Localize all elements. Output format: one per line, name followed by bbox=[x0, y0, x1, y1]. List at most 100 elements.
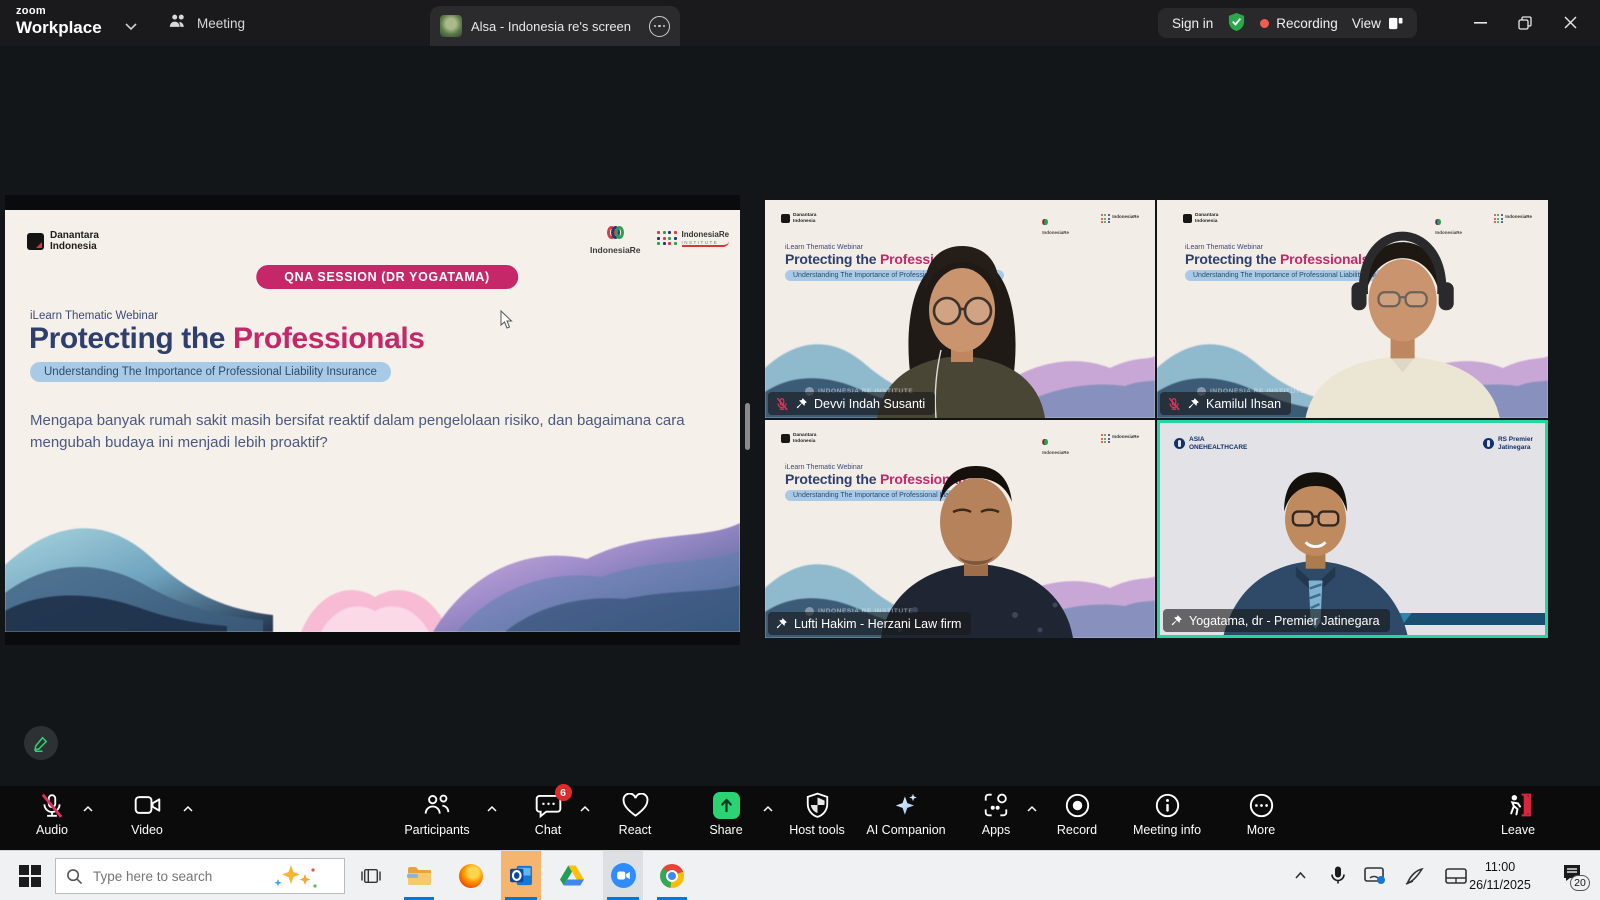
task-view-icon bbox=[361, 867, 381, 885]
firefox-button[interactable] bbox=[452, 851, 490, 900]
institute-sublabel: INSTITUTE bbox=[682, 240, 730, 247]
participant-video-yogatama bbox=[1160, 423, 1545, 638]
indonesiare-label: IndonesiaRe bbox=[590, 245, 641, 255]
tab-meeting[interactable]: Meeting bbox=[168, 8, 245, 38]
participant-video-lufti bbox=[765, 420, 1155, 638]
google-drive-icon bbox=[560, 865, 584, 886]
copilot-sparkles-icon[interactable] bbox=[269, 862, 319, 890]
view-label: View bbox=[1352, 16, 1381, 31]
qna-session-pill: QNA SESSION (DR YOGATAMA) bbox=[256, 265, 518, 289]
danantara-line1: Danantara bbox=[50, 230, 99, 241]
leave-label: Leave bbox=[1501, 823, 1535, 837]
participants-button[interactable]: Participants bbox=[382, 790, 492, 837]
danantara-logo-icon bbox=[27, 233, 44, 250]
pencil-icon bbox=[32, 734, 50, 752]
video-tile-lufti[interactable]: DanantaraIndonesia IndonesiaRe Indonesia… bbox=[765, 420, 1155, 638]
react-label: React bbox=[619, 823, 652, 837]
encryption-shield-icon[interactable] bbox=[1227, 12, 1246, 35]
video-options-chevron[interactable] bbox=[182, 800, 194, 818]
clock-time: 11:00 bbox=[1455, 858, 1545, 876]
wave-decoration bbox=[5, 507, 740, 632]
participant-name: Devvi Indah Susanti bbox=[814, 397, 925, 411]
chrome-button[interactable] bbox=[653, 851, 691, 900]
slide-title-blue: Protecting the bbox=[29, 322, 225, 355]
participant-video-devvi bbox=[765, 200, 1155, 418]
windows-logo-icon bbox=[19, 865, 41, 887]
share-screen-icon bbox=[713, 792, 740, 819]
google-drive-button[interactable] bbox=[553, 851, 591, 900]
host-tools-label: Host tools bbox=[789, 823, 845, 837]
video-tile-kamilul[interactable]: DanantaraIndonesia IndonesiaRe Indonesia… bbox=[1157, 200, 1548, 418]
taskbar-search[interactable] bbox=[55, 858, 345, 894]
institute-dots-icon bbox=[657, 231, 678, 247]
participant-name-bar: Lufti Hakim - Herzani Law firm bbox=[768, 612, 971, 635]
firefox-icon bbox=[459, 864, 483, 888]
file-explorer-button[interactable] bbox=[400, 851, 438, 900]
more-label: More bbox=[1247, 823, 1275, 837]
recording-indicator[interactable]: Recording bbox=[1260, 16, 1338, 31]
tab-options-ellipsis-icon[interactable] bbox=[649, 16, 670, 37]
shared-screen-avatar bbox=[440, 15, 462, 37]
tray-pen-icon[interactable] bbox=[1398, 851, 1432, 900]
tab-shared-screen[interactable]: Alsa - Indonesia re's screen bbox=[430, 6, 680, 46]
brand-zoom-text: zoom bbox=[16, 6, 102, 17]
restore-button[interactable] bbox=[1503, 0, 1547, 45]
screen-share-scrollbar[interactable] bbox=[745, 403, 750, 450]
zoom-meeting-window: zoom Workplace Meeting Alsa - Indonesia … bbox=[0, 0, 1600, 900]
participant-name: Kamilul Ihsan bbox=[1206, 397, 1281, 411]
taskbar-search-input[interactable] bbox=[91, 868, 261, 885]
outlook-button[interactable] bbox=[501, 851, 541, 900]
leave-button[interactable]: Leave bbox=[1463, 790, 1573, 837]
pin-icon bbox=[775, 617, 788, 630]
danantara-line2: Indonesia bbox=[50, 241, 99, 252]
institute-label: IndonesiaRe bbox=[682, 231, 730, 240]
more-button[interactable]: More bbox=[1206, 790, 1316, 837]
annotate-button[interactable] bbox=[24, 726, 58, 760]
shared-screen-region: Danantara Indonesia IndonesiaRe Indonesi… bbox=[5, 195, 740, 645]
workspace-chevron-down-icon[interactable] bbox=[124, 18, 138, 36]
slide-subtitle-pill: Understanding The Importance of Professi… bbox=[30, 362, 391, 382]
video-tile-yogatama[interactable]: ASIAONEHEALTHCARE RS PremierJatinegara bbox=[1157, 420, 1548, 638]
mouse-cursor bbox=[499, 310, 513, 330]
start-button[interactable] bbox=[8, 851, 52, 900]
close-button[interactable] bbox=[1548, 0, 1592, 45]
info-icon bbox=[1154, 792, 1181, 819]
meeting-status-bar: Sign in Recording View bbox=[1158, 8, 1417, 38]
window-title-bar: zoom Workplace Meeting Alsa - Indonesia … bbox=[0, 0, 1600, 46]
participant-name-bar: Yogatama, dr - Premier Jatinegara bbox=[1163, 609, 1390, 632]
view-button[interactable]: View bbox=[1352, 16, 1403, 31]
notification-count-badge: 20 bbox=[1570, 875, 1590, 891]
pin-icon bbox=[1170, 614, 1183, 627]
host-tools-shield-icon bbox=[805, 792, 830, 818]
slide-question-text: Mengapa banyak rumah sakit masih bersifa… bbox=[30, 410, 700, 454]
muted-mic-icon bbox=[775, 397, 789, 411]
slide-title-pink: Professionals bbox=[233, 322, 425, 355]
taskbar-clock[interactable]: 11:00 26/11/2025 bbox=[1455, 858, 1545, 894]
minimize-button[interactable] bbox=[1458, 0, 1502, 45]
tray-mic-icon[interactable] bbox=[1322, 851, 1354, 900]
meeting-people-icon bbox=[168, 13, 188, 34]
video-tile-devvi[interactable]: DanantaraIndonesia IndonesiaRe Indonesia… bbox=[765, 200, 1155, 418]
more-ellipsis-icon bbox=[1248, 792, 1275, 819]
brand-workplace-text: Workplace bbox=[16, 19, 102, 36]
notification-center-button[interactable]: 20 bbox=[1552, 851, 1592, 900]
sign-in-button[interactable]: Sign in bbox=[1172, 16, 1213, 31]
zoom-app-button[interactable] bbox=[603, 851, 643, 900]
tray-expand-button[interactable] bbox=[1284, 851, 1316, 900]
participant-name-bar: Kamilul Ihsan bbox=[1160, 392, 1291, 415]
chat-label: Chat bbox=[535, 823, 561, 837]
pin-icon bbox=[795, 397, 808, 410]
audio-label: Audio bbox=[36, 823, 68, 837]
file-explorer-icon bbox=[407, 866, 431, 886]
meeting-control-bar: Audio Video Participants bbox=[0, 786, 1600, 850]
clock-date: 26/11/2025 bbox=[1455, 876, 1545, 894]
participant-name: Lufti Hakim - Herzani Law firm bbox=[794, 617, 961, 631]
tray-cast-icon[interactable] bbox=[1358, 851, 1392, 900]
ai-companion-label: AI Companion bbox=[866, 823, 945, 837]
indonesiare-logo: IndonesiaRe bbox=[590, 226, 641, 255]
task-view-button[interactable] bbox=[352, 851, 390, 900]
windows-taskbar: 11:00 26/11/2025 20 bbox=[0, 850, 1600, 900]
heart-icon bbox=[622, 793, 649, 818]
participant-name-bar: Devvi Indah Susanti bbox=[768, 392, 935, 415]
recording-dot-icon bbox=[1260, 19, 1269, 28]
